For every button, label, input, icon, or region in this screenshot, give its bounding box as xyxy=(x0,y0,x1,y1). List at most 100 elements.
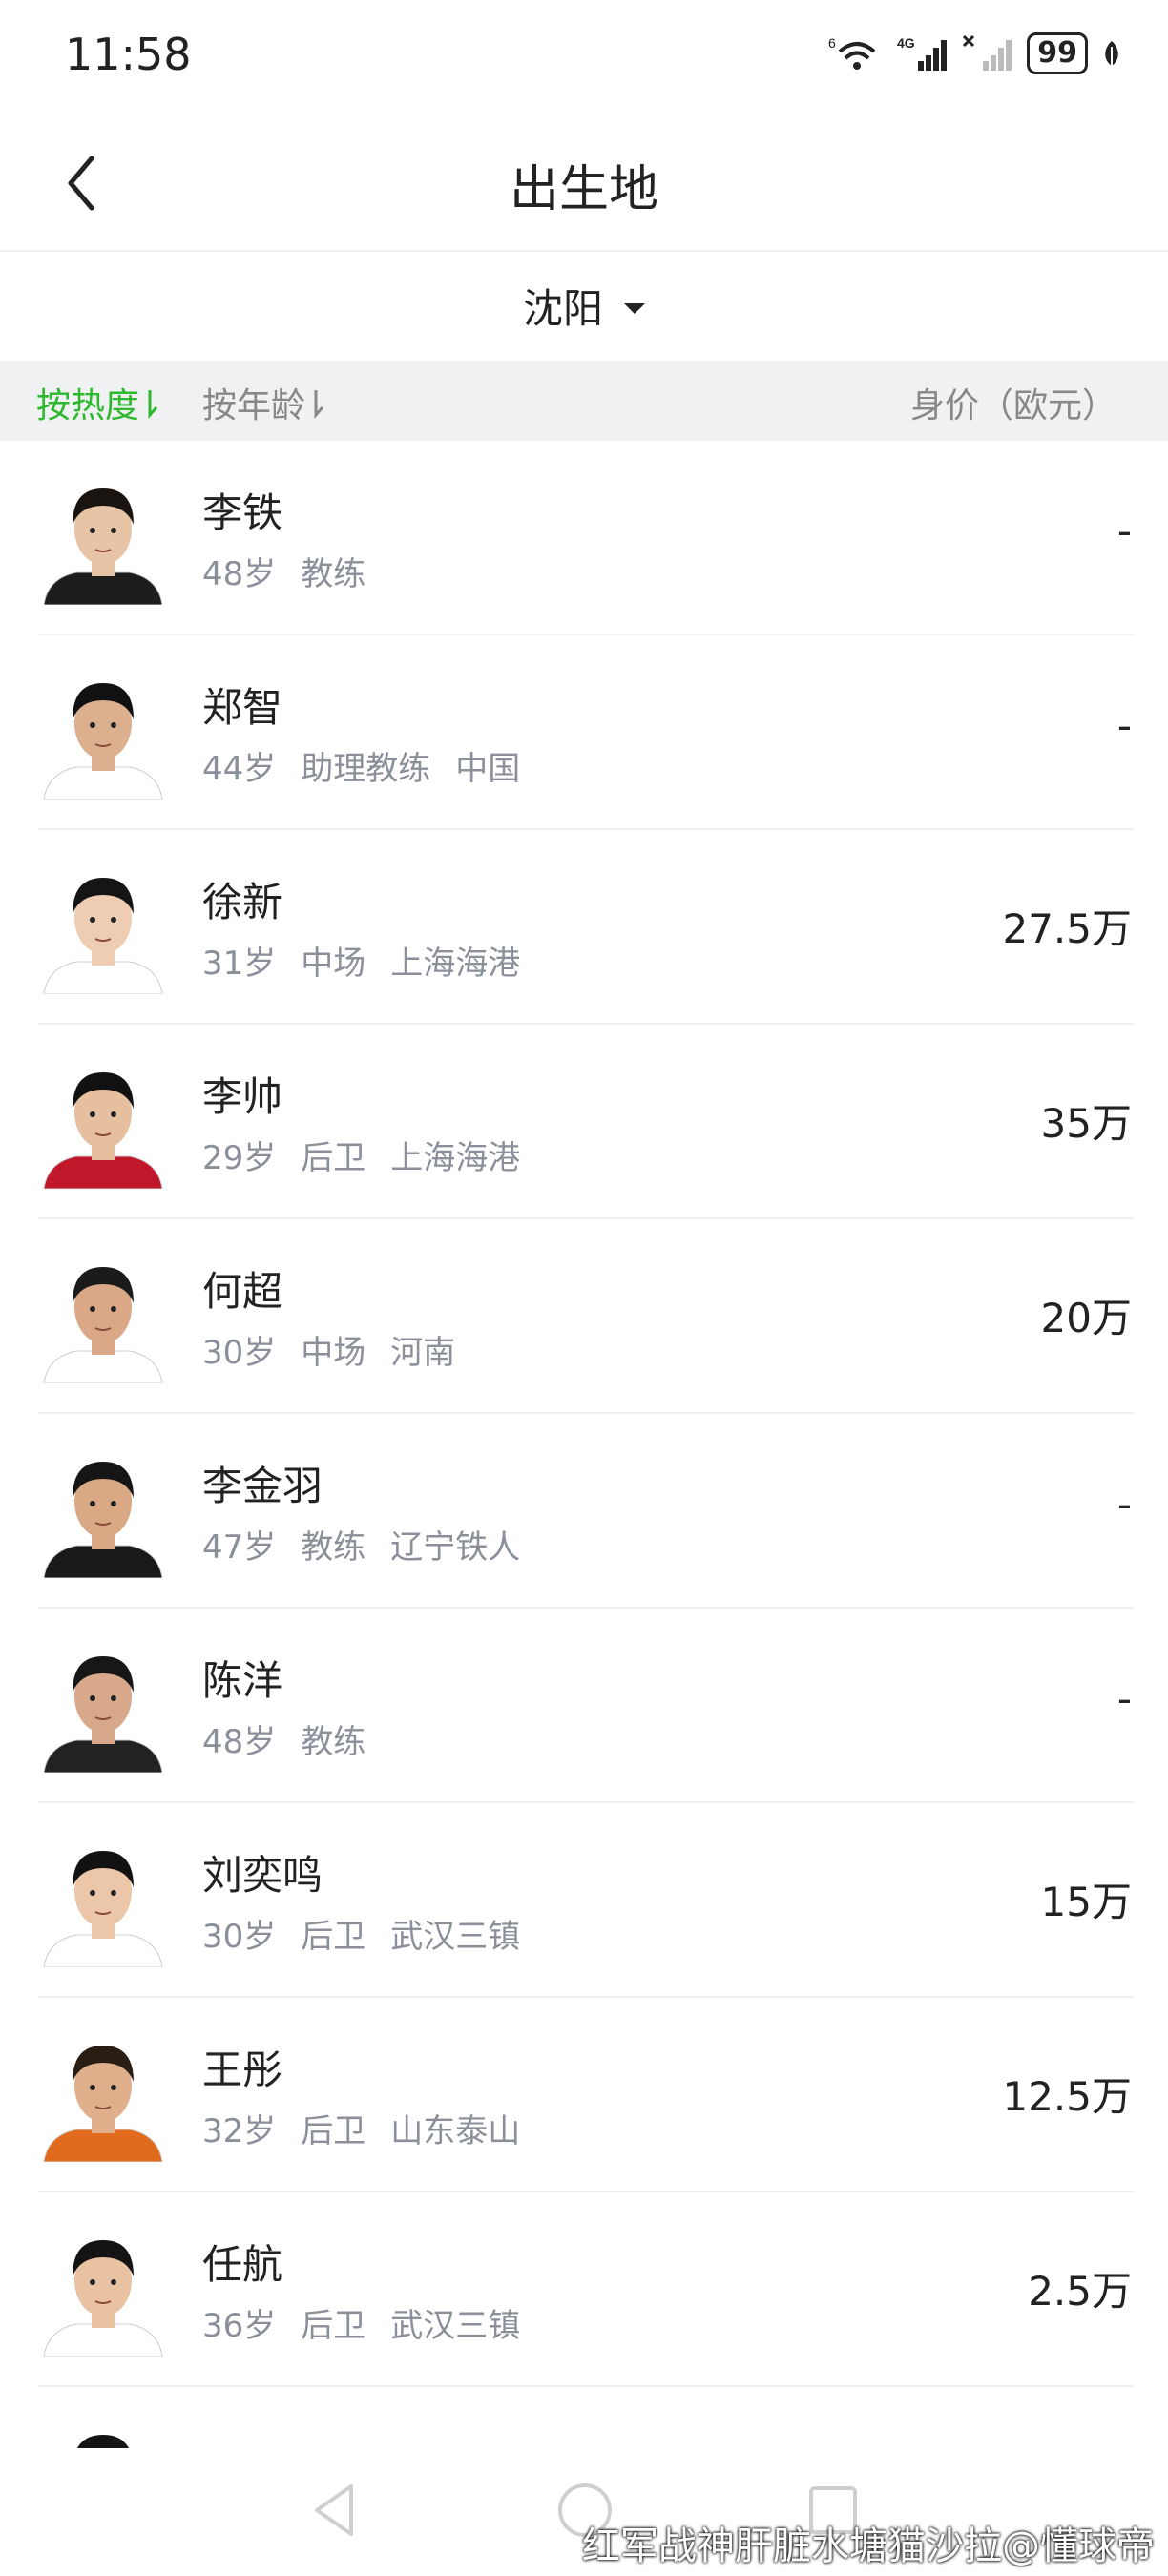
player-row[interactable]: 王彤 32岁 后卫 山东泰山 12.5万 xyxy=(0,1998,1168,2192)
player-market-value: - xyxy=(1116,508,1132,554)
player-role: 后卫 xyxy=(301,2112,366,2150)
sort-by-age[interactable]: 按年龄 xyxy=(202,378,324,427)
player-market-value: 2.5万 xyxy=(1028,2268,1132,2315)
player-age: 44岁 xyxy=(202,750,277,788)
player-team: 上海海港 xyxy=(390,1139,521,1177)
player-name: 徐新 xyxy=(202,879,283,925)
player-row[interactable]: 李帅 29岁 后卫 上海海港 35万 xyxy=(0,1025,1168,1219)
player-list: 李铁 48岁 教练 - 郑智 44岁 助理教练 中国 - 徐新 31岁 中场 上海海港 27.5万 李帅 29… xyxy=(0,441,1168,2450)
sort-by-age-label: 按年龄 xyxy=(202,386,306,426)
player-role: 教练 xyxy=(301,555,366,593)
player-age: 29岁 xyxy=(202,1139,277,1177)
player-avatar xyxy=(38,861,168,994)
player-team: 武汉三镇 xyxy=(390,1918,521,1956)
player-role: 助理教练 xyxy=(301,750,431,788)
location-dropdown[interactable]: 沈阳 xyxy=(0,252,1168,359)
player-market-value: - xyxy=(1116,1675,1132,1722)
player-age: 30岁 xyxy=(202,1334,277,1372)
player-age: 36岁 xyxy=(202,2307,277,2345)
sort-by-heat[interactable]: 按热度 xyxy=(36,378,158,427)
player-role: 中场 xyxy=(301,945,366,983)
player-row[interactable]: 何超 30岁 中场 河南 20万 xyxy=(0,1219,1168,1414)
battery-icon: 99 xyxy=(1027,32,1088,74)
player-avatar xyxy=(38,666,168,800)
player-name: 李金羽 xyxy=(202,1463,323,1509)
player-meta: 31岁 中场 上海海港 xyxy=(202,937,545,984)
player-row[interactable]: 郑智 44岁 助理教练 中国 - xyxy=(0,635,1168,830)
leaf-icon xyxy=(1105,41,1118,66)
player-age: 30岁 xyxy=(202,1918,277,1956)
player-meta: 47岁 教练 辽宁铁人 xyxy=(202,1521,545,1568)
player-row[interactable]: 陈洋 48岁 教练 - xyxy=(0,1609,1168,1803)
player-meta: 48岁 教练 xyxy=(202,548,390,594)
player-name: 任航 xyxy=(202,2241,283,2288)
player-role: 教练 xyxy=(301,1723,366,1761)
player-avatar xyxy=(38,1055,168,1189)
clock: 11:58 xyxy=(65,29,192,80)
player-avatar xyxy=(38,2223,168,2357)
svg-text:4G: 4G xyxy=(897,35,915,51)
player-row[interactable]: 任航 36岁 后卫 武汉三镇 2.5万 xyxy=(0,2192,1168,2387)
player-role: 后卫 xyxy=(301,1139,366,1177)
player-role: 教练 xyxy=(301,1528,366,1567)
location-label: 沈阳 xyxy=(522,284,603,332)
player-meta: 44岁 助理教练 中国 xyxy=(202,742,545,789)
player-meta: 36岁 后卫 武汉三镇 xyxy=(202,2299,545,2346)
player-team: 河南 xyxy=(390,1334,456,1372)
player-role: 后卫 xyxy=(301,1918,366,1956)
player-market-value: 12.5万 xyxy=(1002,2073,1132,2120)
player-avatar xyxy=(38,1444,168,1578)
price-column-header: 身价（欧元） xyxy=(909,386,1116,426)
player-team: 上海海港 xyxy=(390,945,521,983)
sort-by-heat-label: 按热度 xyxy=(36,386,140,426)
player-name: 陈洋 xyxy=(202,1657,283,1704)
player-age: 32岁 xyxy=(202,2112,277,2150)
player-team: 山东泰山 xyxy=(390,2112,521,2150)
player-name: 郑智 xyxy=(202,684,283,731)
player-team: 武汉三镇 xyxy=(390,2307,521,2345)
svg-text:6: 6 xyxy=(828,35,836,51)
player-role: 中场 xyxy=(301,1334,366,1372)
back-triangle-icon[interactable] xyxy=(303,2477,370,2544)
player-name: 刘奕鸣 xyxy=(202,1852,323,1899)
player-meta: 48岁 教练 xyxy=(202,1715,390,1762)
caret-down-icon xyxy=(624,302,645,314)
player-market-value: - xyxy=(1116,702,1132,749)
player-avatar xyxy=(38,1834,168,1967)
status-icons: 6 4G 99 xyxy=(828,32,1122,74)
player-avatar xyxy=(38,1250,168,1383)
sort-desc-icon xyxy=(314,390,324,419)
player-avatar xyxy=(38,2028,168,2162)
player-name: 李铁 xyxy=(202,489,283,536)
player-row[interactable]: 李金羽 47岁 教练 辽宁铁人 - xyxy=(0,1414,1168,1609)
app-bar: 出生地 xyxy=(0,114,1168,252)
player-meta: 30岁 中场 河南 xyxy=(202,1326,480,1373)
player-market-value: 15万 xyxy=(1040,1879,1132,1925)
player-role: 后卫 xyxy=(301,2307,366,2345)
signal-no-service-icon xyxy=(963,34,1012,71)
player-age: 48岁 xyxy=(202,555,277,593)
player-avatar xyxy=(38,1639,168,1773)
sort-desc-icon xyxy=(148,390,158,419)
player-name: 李帅 xyxy=(202,1073,283,1120)
player-row[interactable]: 徐新 31岁 中场 上海海港 27.5万 xyxy=(0,830,1168,1025)
player-name: 何超 xyxy=(202,1268,283,1315)
player-avatar xyxy=(38,2418,168,2450)
player-row[interactable]: 李铁 48岁 教练 - xyxy=(0,441,1168,635)
player-market-value: 27.5万 xyxy=(1002,905,1132,952)
player-name: 王彤 xyxy=(202,2046,283,2093)
player-row[interactable] xyxy=(0,2387,1168,2450)
player-team: 中国 xyxy=(455,750,521,788)
player-row[interactable]: 刘奕鸣 30岁 后卫 武汉三镇 15万 xyxy=(0,1803,1168,1998)
player-market-value: - xyxy=(1116,1481,1132,1527)
player-market-value: 20万 xyxy=(1040,1295,1132,1341)
player-meta: 32岁 后卫 山东泰山 xyxy=(202,2105,545,2151)
signal-4g-icon: 4G xyxy=(897,35,948,71)
page-title: 出生地 xyxy=(509,161,658,218)
player-meta: 30岁 后卫 武汉三镇 xyxy=(202,1910,545,1957)
player-age: 48岁 xyxy=(202,1723,277,1761)
wifi-icon: 6 xyxy=(828,35,876,70)
player-age: 47岁 xyxy=(202,1528,277,1567)
player-market-value: 35万 xyxy=(1040,1100,1132,1147)
player-age: 31岁 xyxy=(202,945,277,983)
